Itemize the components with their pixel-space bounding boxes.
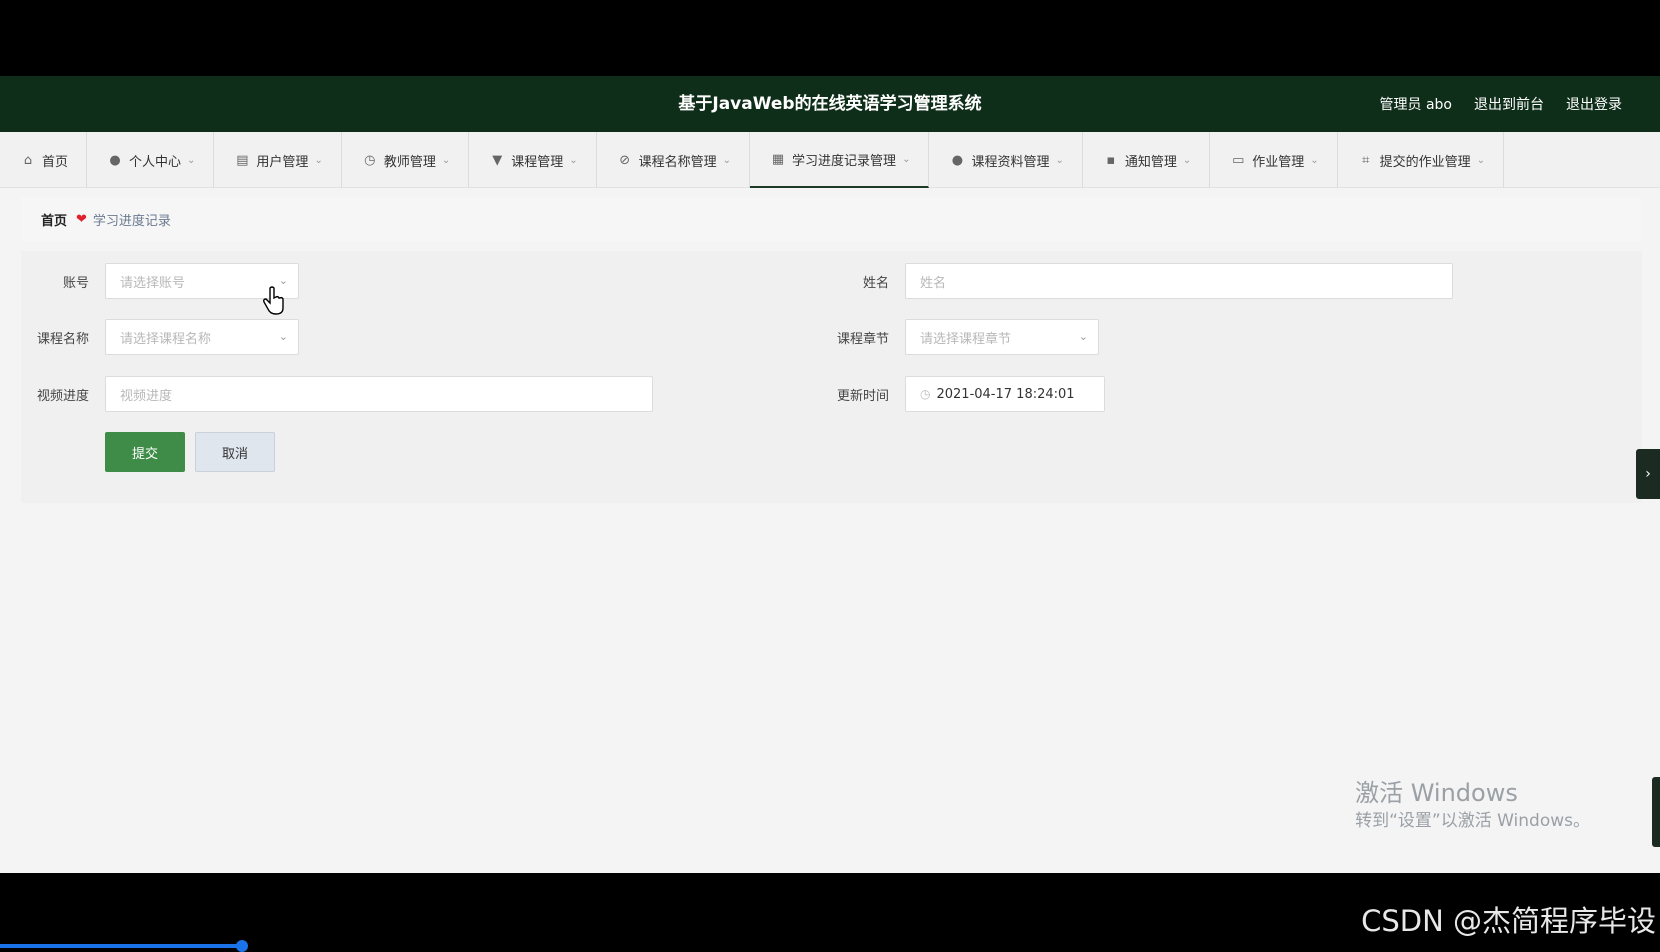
pin-icon: ▼ [492, 152, 503, 168]
nav-item-3[interactable]: ◷ 教师管理 ⌄ [342, 132, 470, 188]
breadcrumb-home[interactable]: 首页 [41, 210, 67, 229]
video-progress-bar[interactable] [0, 944, 242, 948]
nav-item-label: 课程名称管理 [638, 154, 717, 170]
nav-item-1[interactable]: ● 个人中心 ⌄ [87, 132, 215, 188]
nav-item-4[interactable]: ▼ 课程管理 ⌄ [469, 132, 597, 188]
account-label: 账号 [62, 276, 89, 291]
nav-item-0[interactable]: ⌂ 首页 [0, 132, 88, 188]
bell-off-icon: ⊘ [619, 152, 631, 168]
app-window: 基于JavaWeb的在线英语学习管理系统 管理员 abo 退出到前台 退出登录 … [0, 76, 1660, 873]
nav-item-label: 通知管理 [1124, 154, 1177, 170]
course-name-select[interactable]: 请选择课程名称 ⌄ [105, 319, 299, 355]
course-name-label: 课程名称 [36, 332, 89, 347]
clock-icon: ◷ [364, 152, 376, 168]
to-front-link[interactable]: 退出到前台 [1474, 94, 1544, 114]
course-name-placeholder: 请选择课程名称 [120, 331, 212, 347]
chevron-down-icon: ⌄ [902, 153, 911, 165]
user-icon: ● [109, 152, 121, 168]
update-time-label: 更新时间 [836, 389, 889, 404]
chevron-down-icon: ⌄ [1310, 154, 1319, 166]
name-placeholder: 姓名 [920, 275, 947, 291]
submit-button[interactable]: 提交 [105, 432, 185, 472]
nav-item-7[interactable]: ● 课程资料管理 ⌄ [929, 132, 1083, 188]
nav-item-label: 作业管理 [1252, 154, 1305, 170]
chevron-down-icon: ⌄ [1055, 154, 1064, 166]
chapter-select[interactable]: 请选择课程章节 ⌄ [905, 319, 1099, 355]
chevron-down-icon: ⌄ [187, 154, 196, 166]
clipboard-icon: ▤ [236, 152, 249, 168]
nav-item-2[interactable]: ▤ 用户管理 ⌄ [214, 132, 342, 188]
admin-user-label[interactable]: 管理员 abo [1380, 94, 1452, 114]
chapter-label: 课程章节 [836, 332, 889, 347]
nav-item-8[interactable]: ▪ 通知管理 ⌄ [1083, 132, 1211, 188]
watermark-line2: 转到“设置”以激活 Windows。 [1355, 811, 1590, 831]
nav-item-label: 课程管理 [511, 154, 564, 170]
video-progress-label: 视频进度 [36, 389, 89, 404]
nav-item-label: 用户管理 [256, 154, 309, 170]
nav-item-label: 提交的作业管理 [1379, 154, 1471, 170]
cancel-button[interactable]: 取消 [195, 432, 275, 472]
csdn-watermark: CSDN @杰简程序毕设 [1361, 904, 1656, 938]
chevron-down-icon: ⌄ [1182, 154, 1192, 166]
chevron-down-icon: ⌄ [441, 154, 451, 166]
top-header: 基于JavaWeb的在线英语学习管理系统 管理员 abo 退出到前台 退出登录 [0, 76, 1660, 132]
chevron-right-icon[interactable]: › [1636, 449, 1660, 499]
chevron-down-icon: ⌄ [1078, 330, 1088, 343]
breadcrumb: 首页 ❤ 学习进度记录 [21, 197, 1641, 241]
logout-link[interactable]: 退出登录 [1566, 94, 1622, 114]
home-icon: ⌂ [23, 152, 33, 168]
name-input[interactable]: 姓名 [905, 263, 1453, 299]
windows-activation-watermark: 激活 Windows 转到“设置”以激活 Windows。 [1355, 778, 1590, 834]
user-icon: ● [951, 152, 964, 168]
main-nav: ⌂ 首页 ● 个人中心 ⌄ ▤ 用户管理 ⌄ ◷ 教师管理 ⌄ ▼ 课程管理 ⌄ ⊘ 课程名称管理 ⌄ ▦ 学习进度… [0, 132, 1660, 188]
chapter-placeholder: 请选择课程章节 [920, 331, 1012, 347]
account-placeholder: 请选择账号 [120, 275, 186, 291]
update-time-value: 2021-04-17 18:24:01 [936, 386, 1075, 402]
chevron-down-icon: ⌄ [1476, 154, 1486, 166]
video-progress-placeholder: 视频进度 [120, 388, 173, 404]
crop-icon: ⌗ [1362, 152, 1370, 168]
heart-icon: ❤ [76, 211, 87, 227]
progress-form: 账号 请选择账号 ⌄ 姓名 姓名 课程名称 请选择课程名称 ⌄ 课程章节 请选择… [0, 251, 1642, 503]
nav-item-label: 教师管理 [383, 154, 436, 170]
side-scroll-handle[interactable] [1652, 777, 1660, 847]
grid-icon: ▦ [771, 151, 785, 167]
watermark-line1: 激活 Windows [1355, 779, 1518, 807]
breadcrumb-current: 学习进度记录 [92, 213, 171, 229]
nav-item-6[interactable]: ▦ 学习进度记录管理 ⌄ [750, 132, 930, 188]
video-progress-input[interactable]: 视频进度 [105, 376, 653, 412]
hand-cursor-icon [263, 286, 284, 315]
chevron-down-icon: ⌄ [722, 154, 732, 166]
nav-item-9[interactable]: ▭ 作业管理 ⌄ [1210, 132, 1338, 188]
window-icon: ▭ [1232, 152, 1245, 168]
chevron-down-icon: ⌄ [314, 154, 323, 166]
nav-item-10[interactable]: ⌗ 提交的作业管理 ⌄ [1338, 132, 1505, 188]
nav-item-5[interactable]: ⊘ 课程名称管理 ⌄ [597, 132, 751, 188]
clock-icon: ◷ [920, 387, 931, 401]
progress-handle[interactable] [236, 940, 248, 952]
update-time-picker[interactable]: ◷ 2021-04-17 18:24:01 [905, 376, 1105, 412]
name-label: 姓名 [862, 276, 889, 291]
chevron-down-icon: ⌄ [569, 154, 578, 166]
chevron-down-icon: ⌄ [278, 330, 288, 343]
nav-item-label: 个人中心 [129, 154, 182, 170]
nav-item-label: 学习进度记录管理 [792, 153, 897, 169]
nav-item-label: 课程资料管理 [971, 154, 1050, 170]
apps-icon: ▪ [1106, 152, 1116, 168]
header-links: 管理员 abo 退出到前台 退出登录 [1380, 76, 1622, 132]
nav-item-label: 首页 [42, 154, 69, 170]
